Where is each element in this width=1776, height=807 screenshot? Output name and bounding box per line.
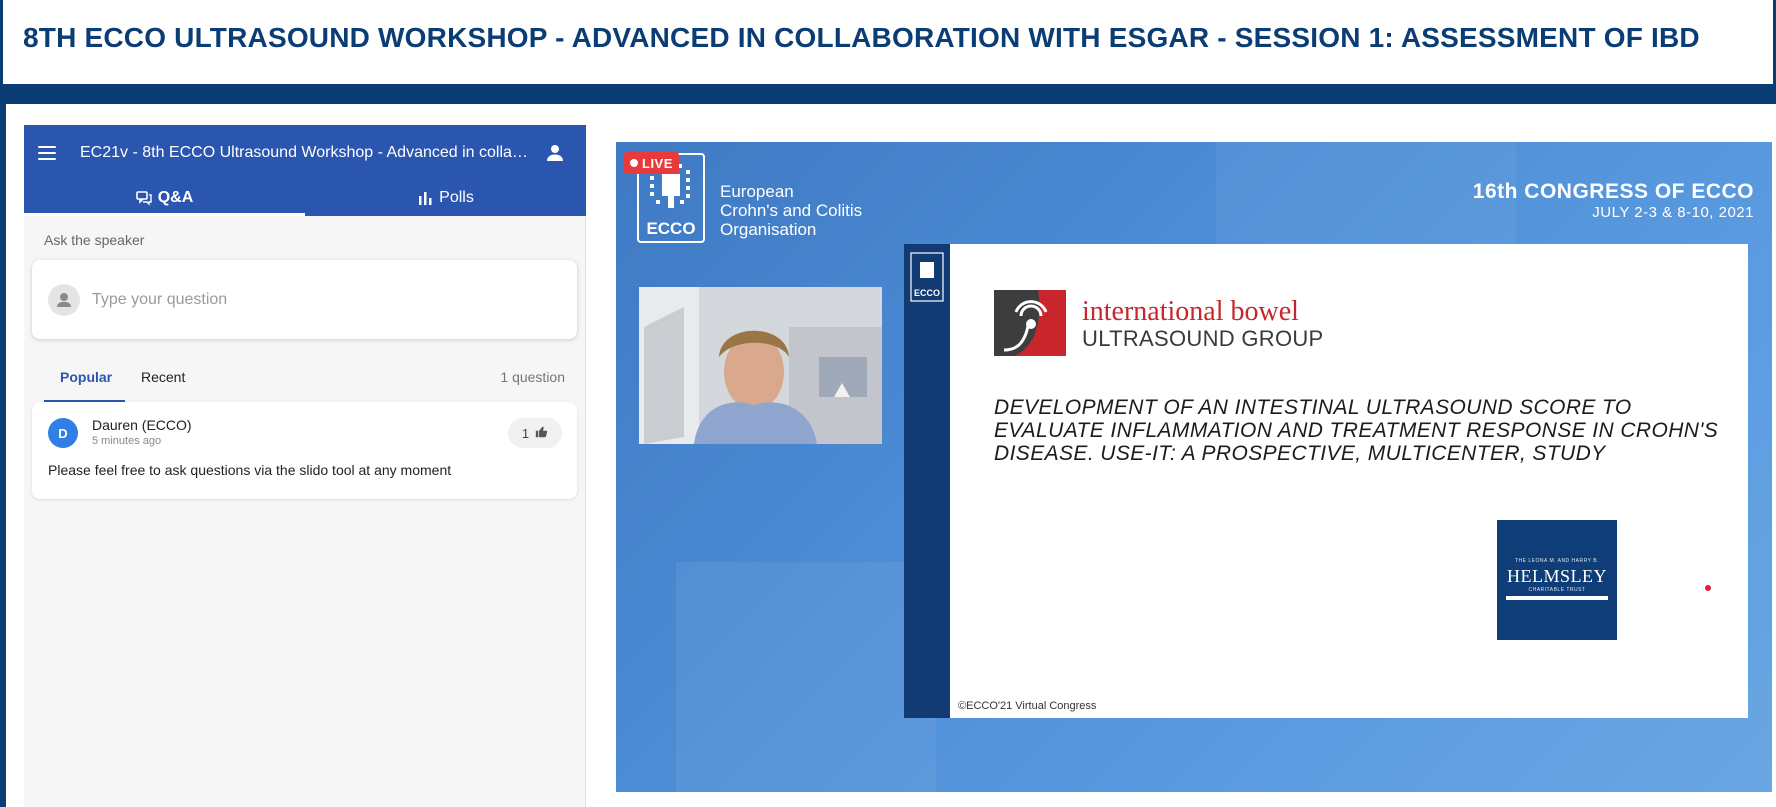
question-timestamp: 5 minutes ago [92,435,162,447]
live-badge-label: LIVE [642,155,673,171]
page: 8TH ECCO ULTRASOUND WORKSHOP - ADVANCED … [0,0,1776,807]
ask-speaker-label: Ask the speaker [44,232,145,248]
sort-popular-tab[interactable]: Popular [44,369,125,402]
live-badge: LIVE [624,152,679,174]
org-name-line: European [720,182,794,201]
speaker-webcam [639,287,882,444]
sponsor-rule [1506,596,1608,600]
slide-title-line: EVALUATE INFLAMMATION AND TREATMENT RESP… [994,419,1719,442]
sponsor-small-text: THE LEONA M. AND HARRY B. [1514,558,1599,564]
question-count: 1 question [500,369,565,385]
question-author: Dauren (ECCO) [92,417,192,433]
question-card: D Dauren (ECCO) 5 minutes ago 1 Please f… [32,402,577,499]
slide-title: DEVELOPMENT OF AN INTESTINAL ULTRASOUND … [994,396,1734,465]
org-name-line: Crohn's and Colitis [720,201,863,220]
left-frame-border [0,104,6,807]
slide-title-line: DEVELOPMENT OF AN INTESTINAL ULTRASOUND … [994,396,1632,419]
ecco-small-logo: ECCO [910,252,944,302]
page-header: 8TH ECCO ULTRASOUND WORKSHOP - ADVANCED … [0,0,1776,84]
tab-polls[interactable]: Polls [305,179,586,216]
author-avatar: D [48,418,78,448]
svg-text:ECCO: ECCO [646,219,695,238]
congress-title: 16th CONGRESS OF ECCO [1472,180,1754,203]
sponsor-name: HELMSLEY [1507,566,1607,586]
tab-qa[interactable]: Q&A [24,179,305,216]
helmsley-logo: THE LEONA M. AND HARRY B. HELMSLEY CHARI… [1497,520,1617,640]
congress-date: JULY 2-3 & 8-10, 2021 [1592,204,1754,221]
organisation-name: European Crohn's and Colitis Organisatio… [720,182,862,239]
person-icon [57,293,71,307]
tab-polls-label: Polls [439,188,474,206]
laser-pointer-dot [1705,585,1711,591]
background-shape [676,562,936,792]
slido-panel: EC21v - 8th ECCO Ultrasound Workshop - A… [24,125,586,807]
tab-qa-label: Q&A [157,188,194,206]
congress-info: 16th CONGRESS OF ECCO JULY 2-3 & 8-10, 2… [1473,180,1754,221]
question-text: Please feel free to ask questions via th… [48,462,452,478]
like-count: 1 [521,425,530,441]
event-title: EC21v - 8th ECCO Ultrasound Workshop - A… [80,144,532,161]
slide-footer: ©ECCO'21 Virtual Congress [958,700,1097,712]
user-account-icon[interactable] [544,142,566,164]
bar-chart-icon [417,190,433,206]
sort-recent-tab[interactable]: Recent [141,369,185,385]
presentation-slide: ECCO international bowel ULTRASOUND GROU… [904,244,1748,718]
live-dot-icon [630,159,638,167]
slide-side-band: ECCO [904,244,950,718]
svg-text:ECCO: ECCO [914,288,940,298]
thumbs-up-icon [535,425,548,441]
ibus-logo [994,286,1068,360]
question-input[interactable] [92,278,552,322]
sponsor-sub-text: CHARITABLE TRUST [1528,587,1586,593]
question-compose-card [32,260,577,339]
page-title: 8TH ECCO ULTRASOUND WORKSHOP - ADVANCED … [23,22,1700,53]
chat-bubbles-icon [135,190,152,206]
org-name-line: Organisation [720,220,817,239]
like-button[interactable]: 1 [508,418,562,448]
slide-title-line: DISEASE. USE-IT: A PROSPECTIVE, MULTICEN… [994,442,1606,465]
avatar [48,284,80,316]
header-divider-bar [0,84,1776,104]
group-name-line2: ULTRASOUND GROUP [1082,326,1324,351]
hamburger-menu-icon[interactable] [38,145,58,161]
group-name-line1: international bowel [1082,296,1299,327]
slido-topbar: EC21v - 8th ECCO Ultrasound Workshop - A… [24,125,586,216]
video-player[interactable]: ECCO LIVE European Crohn's and Colitis O… [616,142,1772,792]
